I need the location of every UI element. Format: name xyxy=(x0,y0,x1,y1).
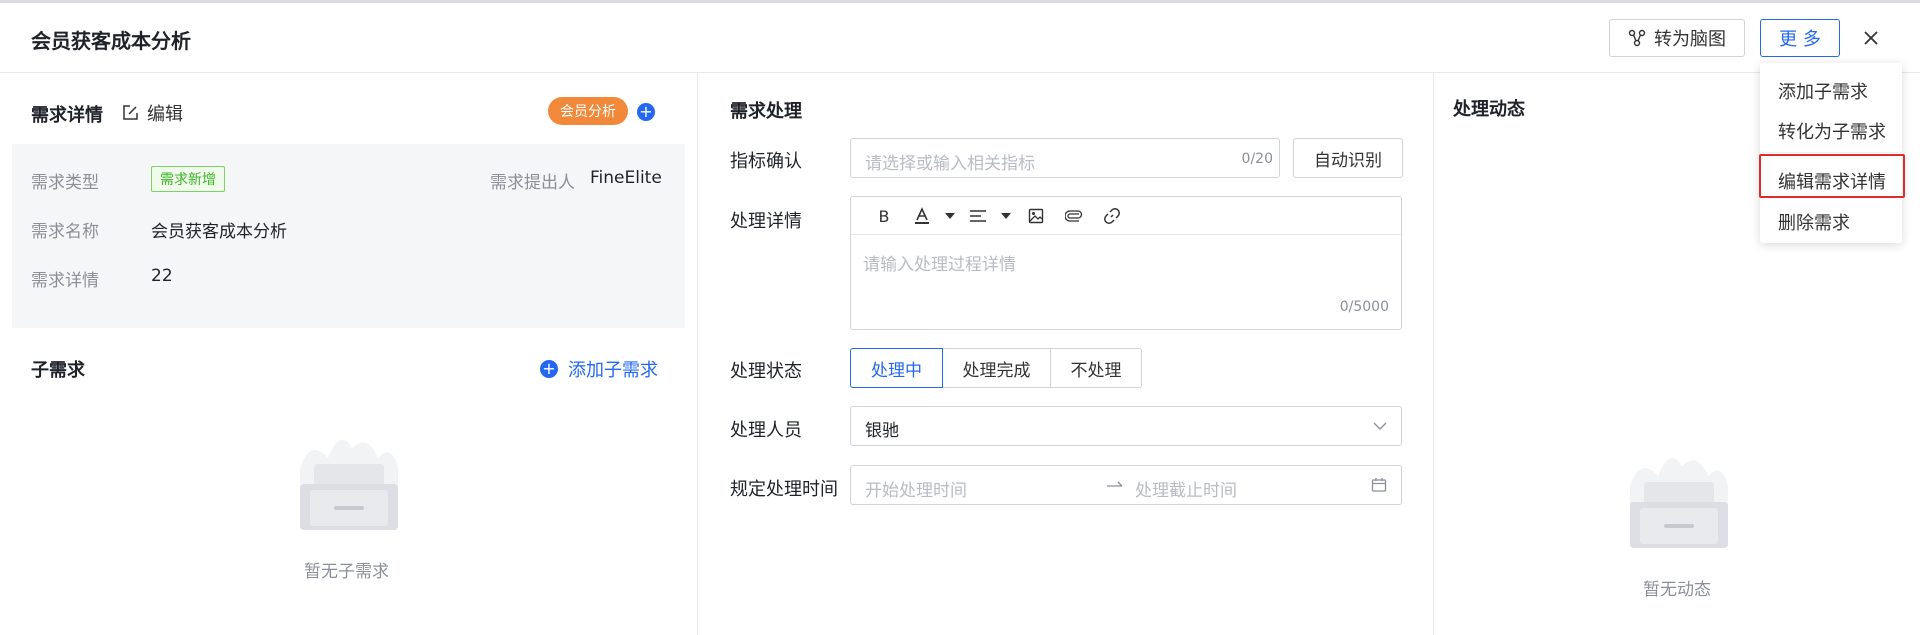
menu-divider xyxy=(1760,152,1902,153)
type-badge: 需求新增 xyxy=(151,166,225,192)
chevron-down-icon xyxy=(1373,422,1387,430)
font-color-dropdown-icon[interactable] xyxy=(939,206,961,226)
detail-value: 22 xyxy=(151,266,173,286)
image-icon[interactable] xyxy=(1025,206,1047,226)
add-tag-icon[interactable]: + xyxy=(637,103,655,121)
menu-item-convert-child[interactable]: 转化为子需求 xyxy=(1778,118,1886,144)
mindmap-icon xyxy=(1628,29,1646,47)
more-button[interactable]: 更 多 xyxy=(1760,19,1840,57)
more-dropdown-menu: 添加子需求 转化为子需求 编辑需求详情 删除需求 xyxy=(1760,63,1902,243)
end-time-placeholder: 处理截止时间 xyxy=(1135,481,1237,501)
calendar-icon xyxy=(1371,478,1387,492)
detail-label: 需求详情 xyxy=(31,271,99,291)
proposer-value: FineElite xyxy=(590,168,662,188)
status-done-option[interactable]: 处理完成 xyxy=(942,348,1051,388)
date-range-picker[interactable]: 开始处理时间 处理截止时间 xyxy=(850,465,1402,505)
name-label: 需求名称 xyxy=(31,222,99,242)
menu-item-delete[interactable]: 删除需求 xyxy=(1778,209,1850,235)
close-icon[interactable] xyxy=(1860,27,1882,49)
status-ignore-option[interactable]: 不处理 xyxy=(1050,348,1142,388)
metric-placeholder: 请选择或输入相关指标 xyxy=(865,154,1035,174)
activity-title: 处理动态 xyxy=(1453,99,1525,120)
align-dropdown-icon[interactable] xyxy=(995,206,1017,226)
convert-mindmap-label: 转为脑图 xyxy=(1654,29,1726,50)
menu-item-add-child[interactable]: 添加子需求 xyxy=(1778,78,1868,104)
edit-label: 编辑 xyxy=(147,104,183,125)
assignee-value: 银驰 xyxy=(865,421,899,441)
font-color-icon[interactable] xyxy=(911,206,933,226)
status-label: 处理状态 xyxy=(730,361,802,382)
column-divider-right xyxy=(1433,73,1434,635)
metric-input[interactable]: 请选择或输入相关指标 0/20 xyxy=(850,138,1280,178)
menu-item-edit-detail[interactable]: 编辑需求详情 xyxy=(1778,168,1886,194)
child-requirement-title: 子需求 xyxy=(31,360,85,381)
requirement-detail-box xyxy=(12,144,685,328)
assignee-select[interactable]: 银驰 xyxy=(850,406,1402,446)
type-label: 需求类型 xyxy=(31,173,99,193)
empty-box-icon xyxy=(1630,458,1728,548)
edit-icon xyxy=(123,105,138,120)
plus-circle-icon: + xyxy=(540,360,558,378)
add-child-button[interactable]: + 添加子需求 xyxy=(540,356,658,382)
page-title: 会员获客成本分析 xyxy=(31,29,191,53)
dialog-header: 会员获客成本分析 转为脑图 更 多 xyxy=(0,3,1920,73)
detail-editor[interactable]: B 请输入处理过程详情 0/5000 xyxy=(850,196,1402,330)
detail-counter: 0/5000 xyxy=(1339,299,1389,315)
start-time-placeholder: 开始处理时间 xyxy=(865,481,967,501)
link-icon[interactable] xyxy=(1101,206,1123,226)
metric-counter: 0/20 xyxy=(1241,151,1273,167)
add-child-label: 添加子需求 xyxy=(568,360,658,381)
metric-label: 指标确认 xyxy=(730,151,802,172)
proposer-label: 需求提出人 xyxy=(490,173,575,193)
processing-title: 需求处理 xyxy=(730,101,802,122)
auto-recognize-button[interactable]: 自动识别 xyxy=(1293,138,1403,178)
empty-activity-text: 暂无动态 xyxy=(1643,580,1711,600)
edit-button[interactable]: 编辑 xyxy=(121,100,183,126)
detail-placeholder: 请输入处理过程详情 xyxy=(863,255,1016,275)
category-tag: 会员分析 xyxy=(548,97,628,125)
arrow-right-icon xyxy=(1107,481,1123,487)
empty-child-text: 暂无子需求 xyxy=(304,562,389,582)
status-processing-option[interactable]: 处理中 xyxy=(850,348,943,388)
name-value: 会员获客成本分析 xyxy=(151,222,287,242)
convert-mindmap-button[interactable]: 转为脑图 xyxy=(1609,19,1745,57)
attachment-icon[interactable] xyxy=(1063,206,1085,226)
assignee-label: 处理人员 xyxy=(730,420,802,441)
column-divider-left xyxy=(697,73,698,635)
detail-process-label: 处理详情 xyxy=(730,211,802,232)
requirement-detail-title: 需求详情 xyxy=(31,105,103,126)
bold-button[interactable]: B xyxy=(873,206,895,226)
empty-box-icon xyxy=(300,440,398,530)
editor-toolbar: B xyxy=(851,197,1401,235)
deadline-label: 规定处理时间 xyxy=(730,479,838,500)
align-icon[interactable] xyxy=(967,206,989,226)
